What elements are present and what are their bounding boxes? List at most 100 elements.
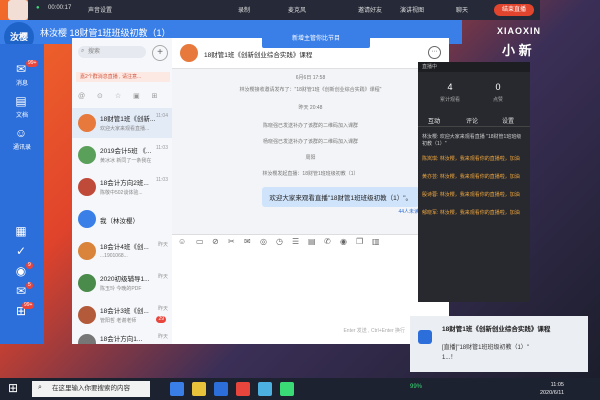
nav-label-messages[interactable]: 消息 (0, 78, 44, 87)
list-icon[interactable]: ☰ (292, 237, 299, 246)
desktop-icon[interactable] (8, 0, 28, 20)
unread-count[interactable]: 44人未读 (398, 208, 419, 215)
stat-label: 点赞 (492, 97, 503, 103)
battery-indicator[interactable]: 99% (410, 384, 422, 390)
tab-settings[interactable]: 设置 (502, 116, 514, 125)
taskbar-clock[interactable]: 11:05 2020/6/11 (540, 381, 564, 397)
dock-badge: 5 (26, 282, 33, 289)
search-input[interactable]: 搜索 (78, 46, 146, 58)
tab-interact[interactable]: 互动 (428, 116, 440, 125)
list-item[interactable]: 18会计方向2班... 陈敬中502谈体验... 11:03 (72, 172, 172, 202)
phone-icon[interactable]: ✆ (324, 237, 331, 246)
nav-label-docs[interactable]: 文档 (0, 110, 44, 119)
end-live-button[interactable]: 结束直播 (494, 4, 534, 16)
stat-value: 4 (447, 82, 453, 92)
list-item[interactable]: 18财管1班《创新... 欢迎大家来观看直播... 11:04 (72, 108, 172, 138)
taskbar-app-icon[interactable] (236, 382, 250, 396)
list-item-time: 11:03 (155, 177, 168, 183)
search-icon: ⌕ (81, 48, 85, 54)
list-item-time: 11:04 (155, 113, 168, 119)
chat-button[interactable]: 聊天 (456, 5, 468, 14)
list-item-name: 18会计4班《创... (100, 244, 149, 251)
avatar (78, 114, 96, 132)
add-button[interactable]: + (152, 45, 168, 61)
live-message: 殷诗蓉: 林汝樱，我来观看你的直播啦，加油 (422, 192, 520, 198)
taskbar-app-icon[interactable] (170, 382, 184, 396)
copy-icon[interactable]: ❐ (356, 237, 363, 246)
list-item[interactable]: 2019会计5班 《... 黄冰冰 新同了一条我在 11:03 (72, 140, 172, 170)
list-item[interactable]: 18会计4班《创... ...1901068... 昨天 (72, 236, 172, 266)
target-icon[interactable]: ◎ (260, 237, 267, 246)
notification-body: [直播]"18财管1班班级初教（1）" (442, 345, 529, 351)
list-item-preview: 陈玉玲 今晚的PDF (100, 286, 142, 292)
emoji-icon[interactable]: ☺ (178, 237, 186, 246)
notification-title: 18财管1班《创新创业综合实践》课程 (442, 326, 551, 333)
input-toolbar: ☺ ▭ ⊘ ✂ ✉ ◎ ◷ ☰ ▤ ✆ ◉ ❐ ▥ (172, 234, 449, 249)
list-item-name: 18会计3班《创... (100, 308, 149, 315)
avatar (78, 334, 96, 344)
stat-viewers: 4 累计观看 (430, 82, 470, 103)
scissors-icon[interactable]: ✂ (228, 237, 235, 246)
live-message: 陈岚琪: 林汝樱，我来观看你的直播啦，加油 (422, 156, 520, 162)
system-message: 昨天 20:48 (298, 105, 323, 111)
live-message: 黄亦芸: 林汝樱，我来观看你的直播啦，加油 (422, 174, 520, 180)
clock-icon[interactable]: ◷ (276, 237, 283, 246)
list-item-time: 昨天 (157, 306, 168, 312)
mail-icon[interactable]: ✉ (244, 237, 251, 246)
group-avatar[interactable] (180, 44, 198, 62)
doc-icon[interactable]: ▤ (308, 237, 316, 246)
presenter-view-button[interactable]: 演讲视图 (400, 5, 424, 14)
record-icon[interactable]: ◉ (340, 237, 347, 246)
list-item-name: 2019会计5班 《... (100, 148, 152, 155)
avatar (78, 242, 96, 260)
filter-icons[interactable]: @ ⊙ ☆ ▣ ⊞ (78, 92, 163, 100)
input-hint: Enter 发送 , Ctrl+Enter 换行 (343, 328, 405, 334)
chat-panel: 18财管1班《创新创业综合实践》课程 ⋯ 6月6日 17:58 林汝樱接收邀请发… (172, 38, 449, 344)
toast-notification[interactable]: 18财管1班《创新创业综合实践》课程 [直播]"18财管1班班级初教（1）" 1… (410, 316, 588, 372)
taskbar-app-icon[interactable] (214, 382, 228, 396)
list-item[interactable]: 我（林汝樱） (72, 204, 172, 234)
gif-icon[interactable]: ▭ (196, 237, 204, 246)
system-message: 周阳 (305, 155, 316, 161)
tooltip: 新增主管你比节目 (262, 30, 370, 48)
list-item[interactable]: 18会计3班《创... 管阳哲 老谢老师 昨天 29 (72, 300, 172, 330)
at-icon[interactable]: ⊘ (212, 237, 219, 246)
notification-sub: 1...！ (442, 355, 457, 361)
list-item[interactable]: 2020初级辅导1... 陈玉玲 今晚的PDF 昨天 (72, 268, 172, 298)
message-input[interactable]: Enter 发送 , Ctrl+Enter 换行 发送 (172, 248, 449, 344)
list-item-preview: ...1901068... (100, 253, 128, 259)
folder-icon[interactable] (192, 382, 206, 396)
search-icon: ⌕ (38, 384, 42, 391)
tab-comments[interactable]: 评论 (466, 116, 478, 125)
contacts-icon[interactable]: ☺ (12, 126, 30, 140)
mic-button[interactable]: 麦克风 (288, 5, 306, 14)
taskbar-app-icon[interactable] (280, 382, 294, 396)
live-message: 林汝樱: 欢迎大家来观看直播 "18财管1班班级初教（1）" (422, 134, 522, 147)
list-item[interactable]: 18会计方向1... 昨天 (72, 328, 172, 344)
system-message: 林汝樱发起直播：18财管1班班级初教（1） (262, 171, 359, 177)
list-item-time: 昨天 (157, 334, 168, 340)
list-item-time: 昨天 (157, 274, 168, 280)
record-button[interactable]: 录制 (238, 5, 250, 14)
table-icon[interactable]: ▥ (372, 237, 380, 246)
list-item-name: 18财管1班《创新... (100, 116, 156, 123)
stat-likes: 0 点赞 (478, 82, 518, 103)
task-icon[interactable]: ✓ (12, 244, 30, 258)
avatar (78, 178, 96, 196)
calendar-icon[interactable]: ▦ (12, 224, 30, 238)
more-options-icon[interactable]: ⋯ (428, 46, 441, 59)
chat-title: 18财管1班《创新创业综合实践》课程 (204, 52, 313, 59)
avatar (78, 210, 96, 228)
message-bubble[interactable]: 欢迎大家来观看直播"18财管1班班级初教（1）"。 (262, 187, 419, 207)
sound-settings-button[interactable]: 声音设置 (88, 5, 112, 14)
invite-button[interactable]: 邀请好友 (358, 5, 382, 14)
taskbar-app-icon[interactable] (258, 382, 272, 396)
list-item-preview: 陈敬中502谈体验... (100, 190, 143, 196)
list-item-name: 我（林汝樱） (100, 218, 139, 225)
avatar (78, 274, 96, 292)
live-banner[interactable]: 嘉2个群消息直播 , 请注意... (76, 72, 170, 82)
windows-start-icon[interactable]: ⊞ (8, 381, 18, 395)
taskbar-search-input[interactable]: 在这里输入你要搜索的内容 (32, 381, 150, 397)
nav-label-contacts[interactable]: 通讯录 (0, 142, 44, 151)
document-icon[interactable]: ▤ (12, 94, 30, 108)
